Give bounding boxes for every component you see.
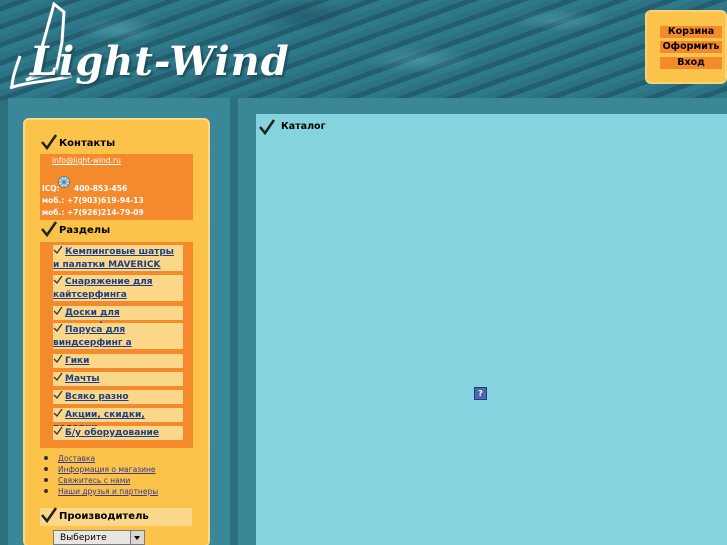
main-content <box>256 114 727 545</box>
section-item-sails[interactable]: Паруса для виндсерфинг а <box>53 323 183 349</box>
small-check-icon <box>53 390 63 400</box>
checkmark-icon <box>41 507 58 524</box>
link-store-info[interactable]: Информация о магазине <box>44 465 156 474</box>
section-item-label: Мачты <box>65 374 100 384</box>
checkmark-icon <box>41 221 58 238</box>
phone-1: моб.: +7(903)619-94-13 <box>42 196 144 205</box>
link-label: Доставка <box>58 454 96 463</box>
section-item-booms[interactable]: Гики <box>53 354 183 368</box>
small-check-icon <box>53 306 63 316</box>
catalog-title: Каталог <box>281 121 326 132</box>
bullet-icon <box>44 456 48 460</box>
small-check-icon <box>53 426 63 436</box>
link-label: Информация о магазине <box>58 465 156 474</box>
sections-heading: Разделы <box>40 221 192 240</box>
section-item-used[interactable]: Б/у оборудование <box>53 426 183 440</box>
manufacturer-select[interactable]: Выберите <box>53 530 145 545</box>
section-item-label: Паруса для виндсерфинг а <box>53 325 132 348</box>
manufacturer-title: Производитель <box>59 511 149 522</box>
icq-flower-icon <box>58 176 70 188</box>
icq-number: 400-853-456 <box>74 184 128 193</box>
bullet-icon <box>44 467 48 471</box>
contacts-box: info@light-wind.ru ICQ: 400-853-456 моб.… <box>40 154 193 220</box>
section-item-label: Снаряжение для кайтсерфинга <box>53 277 153 300</box>
link-label: Свяжитесь с нами <box>58 476 131 485</box>
section-item-promo[interactable]: Акции, скидки, подарки <box>53 408 183 433</box>
checkout-button[interactable]: Оформить <box>660 41 722 53</box>
section-item-tents[interactable]: Кемпинговые шатры и палатки MAVERICK <box>53 245 183 271</box>
section-item-boards[interactable]: Доски для виндсерфинга <box>53 306 183 331</box>
site-logo[interactable]: Light-Wind <box>30 38 290 85</box>
contacts-title: Контакты <box>59 138 116 149</box>
section-item-label: Б/у оборудование <box>65 428 159 438</box>
section-item-masts[interactable]: Мачты <box>53 372 183 386</box>
select-value: Выберите <box>60 533 107 543</box>
catalog-heading: Каталог <box>258 118 378 136</box>
user-menu: Корзина Оформить Вход <box>647 12 725 82</box>
link-delivery[interactable]: Доставка <box>44 454 95 463</box>
phone-2: моб.: +7(926)214-79-09 <box>42 208 144 217</box>
cart-button[interactable]: Корзина <box>660 26 722 38</box>
small-check-icon <box>53 275 63 285</box>
manufacturer-heading: Производитель <box>40 507 192 526</box>
bullet-icon <box>44 489 48 493</box>
login-button[interactable]: Вход <box>660 57 722 69</box>
small-check-icon <box>53 408 63 418</box>
chevron-down-icon[interactable] <box>130 531 144 544</box>
checkmark-icon <box>41 134 58 151</box>
section-item-label: Всяко разно <box>65 392 129 402</box>
email-link[interactable]: info@light-wind.ru <box>52 156 121 165</box>
contacts-heading: Контакты <box>40 134 192 153</box>
checkmark-icon <box>259 119 276 136</box>
link-contact-us[interactable]: Свяжитесь с нами <box>44 476 130 485</box>
site-header: Light-Wind Корзина Оформить Вход <box>0 0 727 100</box>
sections-title: Разделы <box>59 225 111 236</box>
link-partners[interactable]: Наши друзья и партнеры <box>44 487 158 496</box>
small-check-icon <box>53 323 63 333</box>
link-label: Наши друзья и партнеры <box>58 487 159 496</box>
bullet-icon <box>44 478 48 482</box>
small-check-icon <box>53 372 63 382</box>
section-item-misc[interactable]: Всяко разно <box>53 390 183 404</box>
small-check-icon <box>53 245 63 255</box>
section-item-label: Кемпинговые шатры и палатки MAVERICK <box>53 247 174 270</box>
section-item-label: Гики <box>65 356 90 366</box>
section-item-kite[interactable]: Снаряжение для кайтсерфинга <box>53 275 183 301</box>
small-check-icon <box>53 354 63 364</box>
broken-image-icon: ? <box>474 387 487 400</box>
